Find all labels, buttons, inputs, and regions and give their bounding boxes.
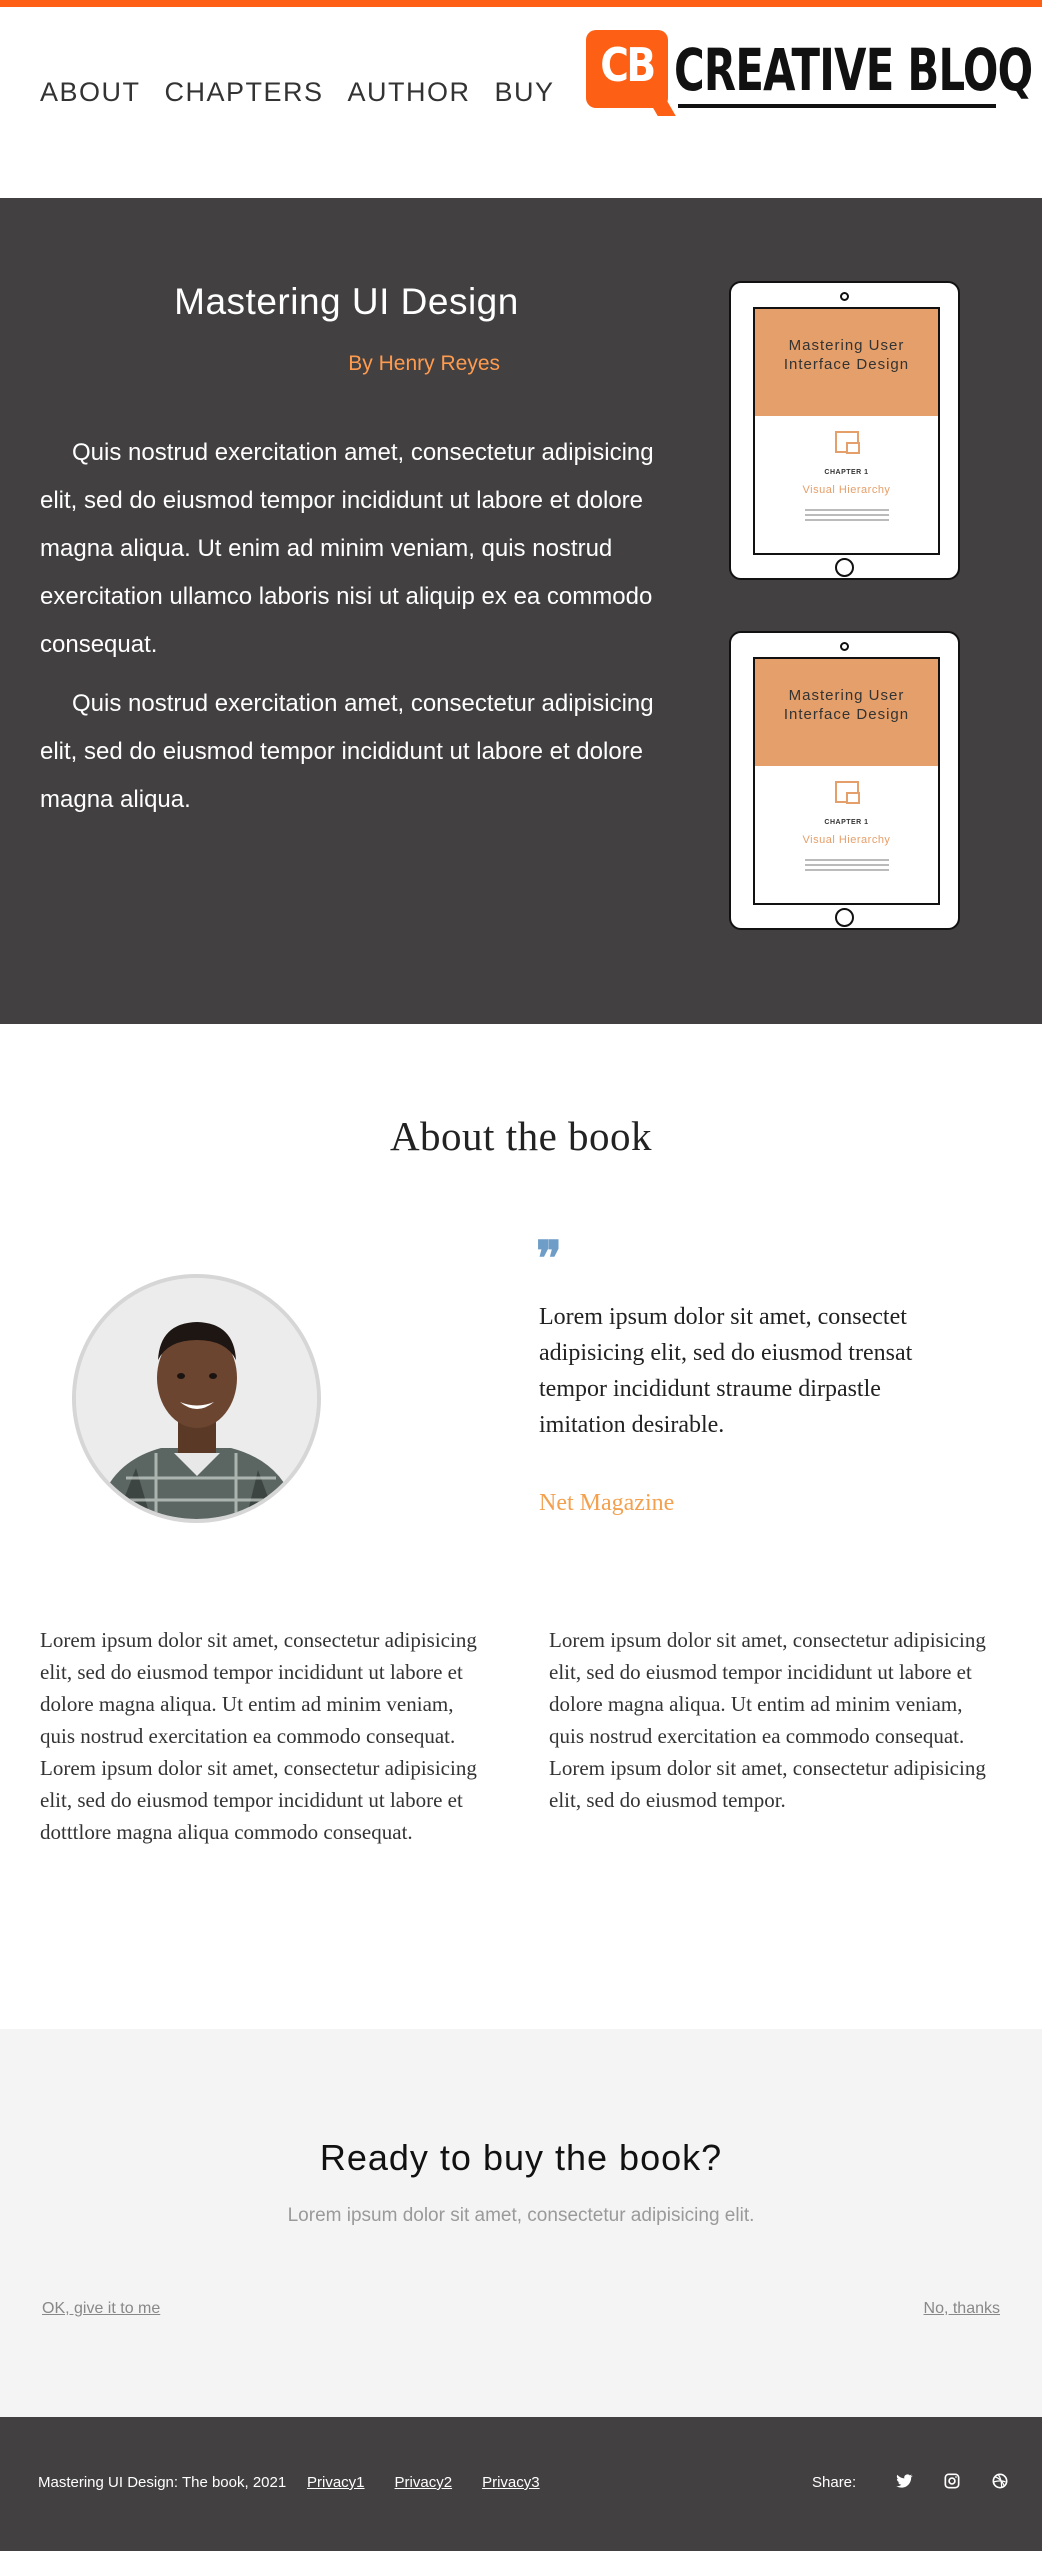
dribbble-icon[interactable]: [990, 2471, 1010, 2491]
tablet-camera: [840, 642, 849, 651]
tablet-camera: [840, 292, 849, 301]
twitter-icon[interactable]: [894, 2471, 914, 2491]
layout-icon: [835, 431, 860, 454]
cover-title: Mastering User Interface Design: [783, 687, 910, 723]
share-label: Share:: [812, 2474, 857, 2491]
review-quote: Lorem ipsum dolor sit amet, consectet ad…: [539, 1304, 913, 1438]
footer-copyright: Mastering UI Design: The book, 2021: [38, 2474, 287, 2491]
site-header: ABOUT CHAPTERS AUTHOR BUY CB CREATIVE BL…: [0, 7, 1042, 198]
logo-underline: [678, 104, 996, 108]
nav-about[interactable]: ABOUT: [40, 77, 141, 108]
privacy-link-3[interactable]: Privacy3: [482, 2474, 540, 2491]
nav-buy[interactable]: BUY: [495, 77, 555, 108]
chapter-text-lines: [805, 859, 889, 874]
site-footer: Mastering UI Design: The book, 2021 Priv…: [0, 2417, 1042, 2551]
tablet-screen: Mastering User Interface Design CHAPTER …: [753, 307, 940, 555]
book-cover: Mastering User Interface Design: [755, 659, 938, 766]
cover-title: Mastering User Interface Design: [783, 337, 910, 373]
hero-paragraph: Quis nostrud exercitation amet, consecte…: [40, 439, 654, 658]
about-paragraph: Lorem ipsum dolor sit amet, consectetur …: [40, 1756, 477, 1844]
about-paragraph: Lorem ipsum dolor sit amet, consectetur …: [40, 1628, 477, 1748]
author-photo: [76, 1278, 317, 1519]
book-cover: Mastering User Interface Design: [755, 309, 938, 416]
about-paragraph: Lorem ipsum dolor sit amet, consectetur …: [549, 1628, 986, 1748]
hero-section: Mastering UI Design By Henry Reyes Quis …: [0, 198, 1042, 1024]
buy-title: Ready to buy the book?: [319, 2137, 723, 2178]
nav-author[interactable]: AUTHOR: [348, 77, 471, 108]
privacy-link-1[interactable]: Privacy1: [307, 2474, 365, 2491]
chapter-title: Visual Hierarchy: [802, 834, 891, 846]
hero-paragraph: Quis nostrud exercitation amet, consecte…: [40, 690, 654, 813]
logo-badge-text: CB: [600, 38, 656, 92]
about-paragraph: Lorem ipsum dolor sit amet, consectetur …: [549, 1756, 986, 1812]
chapter-label: CHAPTER 1: [824, 819, 869, 826]
nav-chapters[interactable]: CHAPTERS: [165, 77, 324, 108]
buy-decline-link[interactable]: No, thanks: [924, 2300, 1000, 2318]
top-accent-bar: [0, 0, 1042, 7]
tablet-screen: Mastering User Interface Design CHAPTER …: [753, 657, 940, 905]
book-title: Mastering UI Design: [174, 281, 519, 322]
about-title: About the book: [389, 1113, 653, 1159]
chapter-text-lines: [805, 509, 889, 524]
instagram-icon[interactable]: [942, 2471, 962, 2491]
tablet-mockup: Mastering User Interface Design CHAPTER …: [729, 631, 960, 930]
layout-icon: [835, 781, 860, 804]
buy-section: Ready to buy the book? Lorem ipsum dolor…: [0, 2029, 1042, 2417]
chapter-title: Visual Hierarchy: [802, 484, 891, 496]
logo-wordmark: CREATIVE BLOQ: [674, 36, 1033, 104]
creative-bloq-logo[interactable]: CB CREATIVE BLOQ: [586, 30, 1033, 120]
about-column-left: Lorem ipsum dolor sit amet, consectetur …: [40, 1624, 490, 1848]
social-icons: [894, 2471, 1010, 2491]
buy-accept-link[interactable]: OK, give it to me: [42, 2300, 160, 2318]
chapter-label: CHAPTER 1: [824, 469, 869, 476]
main-nav: ABOUT CHAPTERS AUTHOR BUY: [40, 77, 555, 108]
footer-links: Privacy1 Privacy2 Privacy3: [307, 2474, 540, 2491]
author-avatar: [72, 1274, 321, 1523]
tablet-home-button: [835, 908, 854, 927]
tablet-home-button: [835, 558, 854, 577]
buy-subtitle: Lorem ipsum dolor sit amet, consectetur …: [287, 2205, 755, 2226]
book-author: By Henry Reyes: [348, 352, 500, 375]
review-source: Net Magazine: [539, 1490, 675, 1516]
logo-badge: CB: [586, 30, 676, 116]
tablet-mockup: Mastering User Interface Design CHAPTER …: [729, 281, 960, 580]
privacy-link-2[interactable]: Privacy2: [395, 2474, 453, 2491]
quote-icon: ❞: [536, 1233, 562, 1286]
about-column-right: Lorem ipsum dolor sit amet, consectetur …: [549, 1624, 999, 1816]
